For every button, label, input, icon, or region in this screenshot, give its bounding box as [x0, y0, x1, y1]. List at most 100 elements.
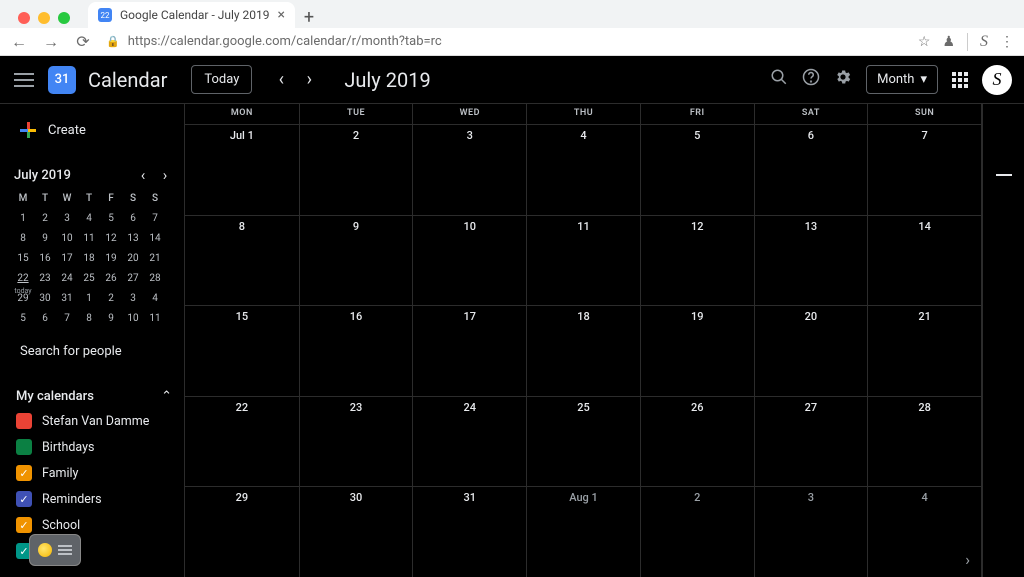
calendar-checkbox[interactable]	[16, 439, 32, 455]
mini-day-cell[interactable]: 2	[34, 208, 56, 228]
mini-day-cell[interactable]: 30	[34, 288, 56, 308]
search-people-input[interactable]: Search for people	[12, 328, 178, 375]
day-cell[interactable]: Jul 1	[185, 125, 299, 215]
day-cell[interactable]: 26	[640, 397, 754, 487]
day-cell[interactable]: 8	[185, 216, 299, 306]
day-cell[interactable]: 7	[867, 125, 981, 215]
account-avatar[interactable]: S	[982, 65, 1012, 95]
mini-day-cell[interactable]: 12	[100, 228, 122, 248]
mini-day-cell[interactable]: 11	[78, 228, 100, 248]
day-cell[interactable]: 20	[754, 306, 868, 396]
other-calendars-header[interactable]: Other calendars + ⌃	[12, 568, 178, 577]
mini-next-icon[interactable]: ›	[156, 166, 174, 184]
mini-day-cell[interactable]: 1	[12, 208, 34, 228]
next-period-icon[interactable]: ›	[298, 69, 320, 90]
mini-day-cell[interactable]: 9	[100, 308, 122, 328]
url-box[interactable]: 🔒 https://calendar.google.com/calendar/r…	[106, 34, 904, 49]
mini-day-cell[interactable]: 10	[56, 228, 78, 248]
mini-day-cell[interactable]: 9	[34, 228, 56, 248]
browser-tab[interactable]: 22 Google Calendar - July 2019 ×	[88, 2, 295, 28]
mini-day-cell[interactable]: 11	[144, 308, 166, 328]
mini-day-cell[interactable]: 2	[100, 288, 122, 308]
calendar-item[interactable]: ✓Reminders	[14, 486, 174, 512]
mini-day-cell[interactable]: 23	[34, 268, 56, 288]
day-cell[interactable]: 21	[867, 306, 981, 396]
day-cell[interactable]: Aug 1	[526, 487, 640, 577]
mini-day-cell[interactable]: 24	[56, 268, 78, 288]
day-cell[interactable]: 4	[867, 487, 981, 577]
forward-button[interactable]: →	[42, 32, 60, 52]
mini-day-cell[interactable]: 4	[144, 288, 166, 308]
calendar-checkbox[interactable]	[16, 413, 32, 429]
mini-day-cell[interactable]: 3	[122, 288, 144, 308]
day-cell[interactable]: 18	[526, 306, 640, 396]
day-cell[interactable]: 25	[526, 397, 640, 487]
mini-day-cell[interactable]: 27	[122, 268, 144, 288]
search-icon[interactable]	[770, 68, 788, 91]
add-calendar-icon[interactable]: +	[144, 572, 155, 577]
side-panel-collapse-icon[interactable]	[996, 174, 1012, 176]
mini-day-cell[interactable]: 14	[144, 228, 166, 248]
mini-day-cell[interactable]: 7	[56, 308, 78, 328]
extension-widget[interactable]	[30, 535, 80, 565]
day-cell[interactable]: 11	[526, 216, 640, 306]
tab-close-icon[interactable]: ×	[278, 7, 285, 23]
day-cell[interactable]: 29	[185, 487, 299, 577]
day-cell[interactable]: 22	[185, 397, 299, 487]
mini-day-cell[interactable]: 17	[56, 248, 78, 268]
day-cell[interactable]: 24	[412, 397, 526, 487]
prev-period-icon[interactable]: ‹	[270, 69, 292, 90]
create-button[interactable]: Create	[12, 112, 178, 148]
main-menu-icon[interactable]	[12, 69, 36, 91]
new-tab-button[interactable]: +	[295, 7, 323, 28]
my-calendars-header[interactable]: My calendars ⌃	[14, 385, 174, 408]
calendar-item[interactable]: Birthdays	[14, 434, 174, 460]
day-cell[interactable]: 30	[299, 487, 413, 577]
mini-day-cell[interactable]: 8	[12, 228, 34, 248]
day-cell[interactable]: 31	[412, 487, 526, 577]
day-cell[interactable]: 19	[640, 306, 754, 396]
day-cell[interactable]: 6	[754, 125, 868, 215]
day-cell[interactable]: 16	[299, 306, 413, 396]
day-cell[interactable]: 9	[299, 216, 413, 306]
mini-day-cell[interactable]: 16	[34, 248, 56, 268]
settings-gear-icon[interactable]	[834, 68, 852, 91]
day-cell[interactable]: 10	[412, 216, 526, 306]
bookmark-star-icon[interactable]: ☆	[918, 34, 931, 50]
mini-day-cell[interactable]: 3	[56, 208, 78, 228]
day-cell[interactable]: 3	[754, 487, 868, 577]
mini-day-cell[interactable]: 1	[78, 288, 100, 308]
help-icon[interactable]	[802, 68, 820, 91]
side-panel-toggle-icon[interactable]: ›	[965, 550, 970, 569]
day-cell[interactable]: 13	[754, 216, 868, 306]
view-switch-button[interactable]: Month ▾	[866, 65, 938, 94]
mini-day-cell[interactable]: 25	[78, 268, 100, 288]
extension-icon[interactable]: ♟	[942, 34, 955, 50]
day-cell[interactable]: 14	[867, 216, 981, 306]
mini-day-cell[interactable]: 5	[12, 308, 34, 328]
mini-day-cell[interactable]: 31	[56, 288, 78, 308]
profile-ext-icon[interactable]: S	[980, 33, 988, 51]
calendar-checkbox[interactable]: ✓	[16, 491, 32, 507]
calendar-item[interactable]: Stefan Van Damme	[14, 408, 174, 434]
mini-day-cell[interactable]: 13	[122, 228, 144, 248]
day-cell[interactable]: 2	[640, 487, 754, 577]
back-button[interactable]: ←	[10, 32, 28, 52]
day-cell[interactable]: 3	[412, 125, 526, 215]
browser-menu-icon[interactable]: ⋮	[1000, 34, 1014, 50]
mini-day-cell[interactable]: 4	[78, 208, 100, 228]
day-cell[interactable]: 23	[299, 397, 413, 487]
day-cell[interactable]: 17	[412, 306, 526, 396]
mini-day-cell[interactable]: 21	[144, 248, 166, 268]
minimize-window-icon[interactable]	[38, 12, 50, 24]
reload-button[interactable]: ⟳	[74, 32, 92, 51]
mini-day-cell[interactable]: 26	[100, 268, 122, 288]
mini-day-cell[interactable]: 29	[12, 288, 34, 308]
mini-day-cell[interactable]: 10	[122, 308, 144, 328]
maximize-window-icon[interactable]	[58, 12, 70, 24]
close-window-icon[interactable]	[18, 12, 30, 24]
mini-day-cell[interactable]: 6	[34, 308, 56, 328]
mini-day-cell[interactable]: 15	[12, 248, 34, 268]
today-button[interactable]: Today	[191, 65, 252, 94]
mini-day-cell[interactable]: 6	[122, 208, 144, 228]
